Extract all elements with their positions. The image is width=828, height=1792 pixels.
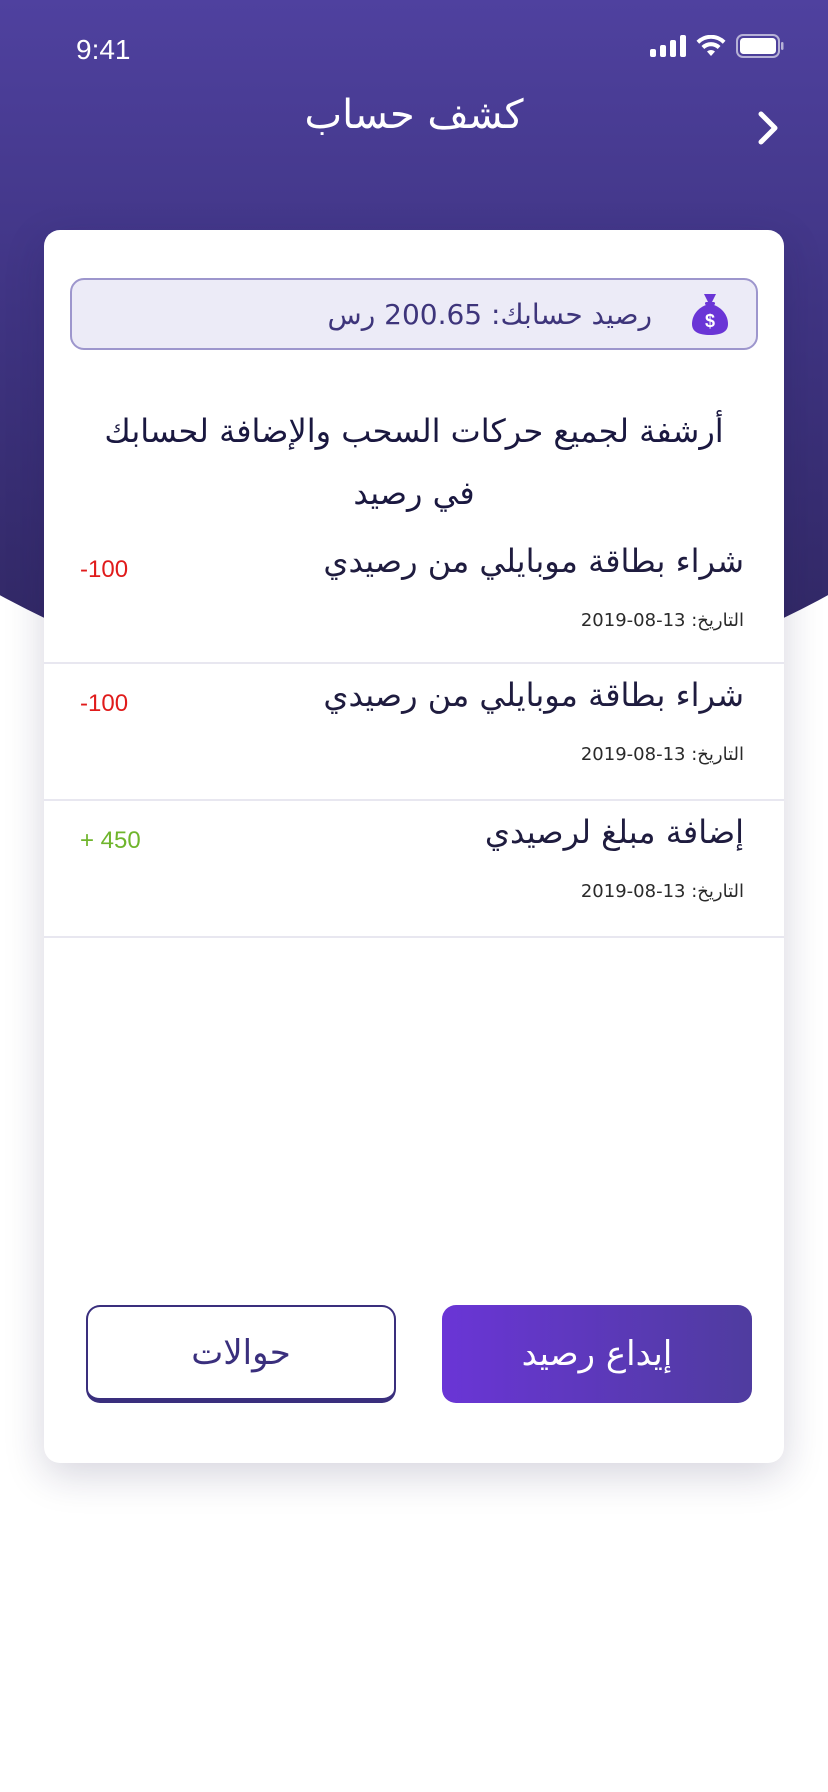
money-bag-icon: $ [692,294,728,335]
status-time: 9:41 [76,34,131,65]
transaction-row: إضافة مبلغ لرصيدي التاريخ: 13-08-2019 + … [44,801,784,938]
back-button[interactable] [746,106,790,150]
balance-text: رصيد حسابك: 200.65 رس [327,297,652,331]
transaction-title: إضافة مبلغ لرصيدي [484,813,744,851]
archive-description: أرشفة لجميع حركات السحب والإضافة لحسابك … [104,412,724,512]
page-title: كشف حساب [304,92,524,138]
battery-icon [736,34,784,58]
status-icons [650,34,784,58]
account-statement-card: رصيد حسابك: 200.65 رس $ أرشفة لجميع حركا… [44,230,784,1463]
transaction-title: شراء بطاقة موبايلي من رصيدي [323,542,744,580]
transaction-row: شراء بطاقة موبايلي من رصيدي التاريخ: 13-… [44,530,784,664]
transfers-button[interactable]: حوالات [86,1305,396,1403]
transaction-title: شراء بطاقة موبايلي من رصيدي [323,676,744,714]
transaction-amount: -100 [80,690,129,717]
svg-text:$: $ [705,311,715,331]
deposit-balance-button[interactable]: إيداع رصيد [442,1305,752,1403]
signal-icon [650,35,686,57]
status-bar: 9:41 [0,0,828,100]
wifi-icon [696,35,726,56]
transaction-date: التاريخ: 13-08-2019 [580,881,744,902]
transaction-amount: + 450 [80,827,141,854]
transaction-date: التاريخ: 13-08-2019 [580,744,744,765]
transaction-amount: -100 [80,556,129,583]
balance-box: رصيد حسابك: 200.65 رس $ [70,278,758,350]
transactions-list: شراء بطاقة موبايلي من رصيدي التاريخ: 13-… [44,530,784,938]
transaction-row: شراء بطاقة موبايلي من رصيدي التاريخ: 13-… [44,664,784,801]
transaction-date: التاريخ: 13-08-2019 [580,610,744,631]
chevron-right-icon [758,111,778,145]
